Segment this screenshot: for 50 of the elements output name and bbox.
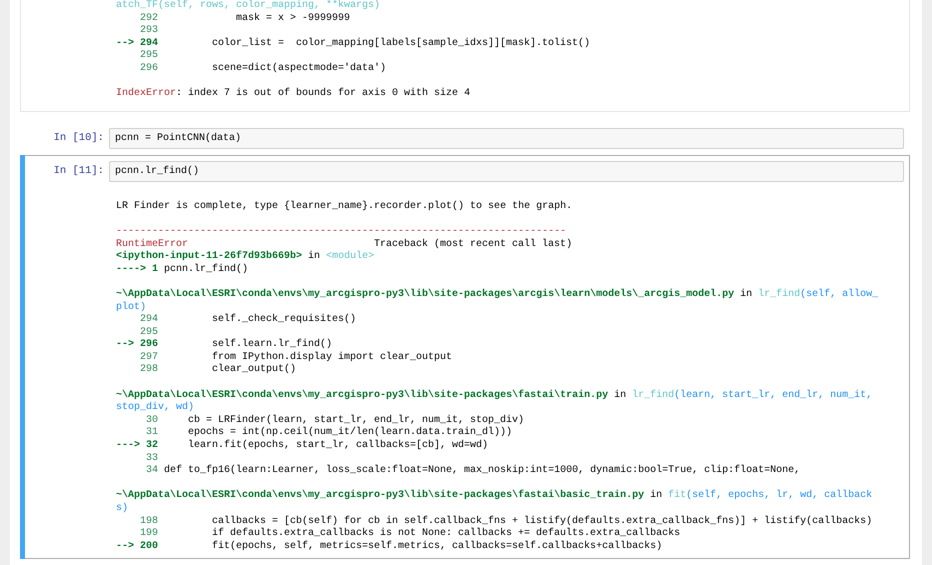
code-input[interactable]: pcnn = PointCNN(data) xyxy=(109,128,904,149)
code-text: color_list = color_mapping[labels[sample_idxs]][mask].tolist() xyxy=(212,38,590,50)
line-number: 33 xyxy=(144,452,158,465)
notebook-cell[interactable]: In [10]: pcnn = PointCNN(data) xyxy=(20,122,910,155)
code-text: from IPython.display import clear_output xyxy=(212,352,452,364)
code-text: def to_fp16(learn:Learner, loss_scale:float=None, max_noskip:int=1000, dynamic:bool=True, clip:float=None, xyxy=(164,465,800,478)
line-number: --> 294 xyxy=(116,38,158,50)
input-prompt: In [11]: xyxy=(54,165,104,178)
line-number: 295 xyxy=(138,326,158,339)
line-number: 198 xyxy=(138,516,158,528)
traceback-frame-header: ~\AppData\Local\ESRI\conda\envs\my_arcgispro-py3\lib\site-packages\arcgis\learn\models\_arcgis_model.py in lr_find(self, allow_plot) xyxy=(116,288,880,314)
line-number: 199 xyxy=(138,528,158,541)
code-text: clear_output() xyxy=(212,364,296,378)
line-number: --> 296 xyxy=(116,339,158,352)
line-number: ----> 1 xyxy=(116,264,158,276)
stdout-text: LR Finder is complete, type {learner_name}.recorder.plot() to see the graph. xyxy=(116,200,572,214)
input-prompt: In [10]: xyxy=(54,132,104,144)
line-number: 31 xyxy=(144,427,158,440)
code-text: atch_TF(self, rows, color_mapping, **kwargs) xyxy=(116,0,380,12)
code-text: epochs = int(np.ceil(num_it/len(learn.data.train_dl))) xyxy=(188,427,512,440)
line-number: 30 xyxy=(144,414,158,427)
error-name: RuntimeError xyxy=(116,238,190,250)
code-input[interactable]: pcnn.lr_find() xyxy=(109,160,904,182)
code-text: callbacks = [cb(self) for cb in self.callback_fns + listify(defaults.extra_callback_fns)] + listify(callbacks) xyxy=(212,516,872,528)
line-number: 292 xyxy=(138,12,158,25)
code-text: cb = LRFinder(learn, start_lr, end_lr, num_it, stop_div) xyxy=(188,414,524,426)
line-number: --> 200 xyxy=(116,540,158,554)
code-text: mask = x > -9999999 xyxy=(236,12,350,26)
traceback-label: Traceback (most recent call last) xyxy=(374,238,572,252)
code-text: pcnn.lr_find() xyxy=(164,264,248,276)
code-text: self._check_requisites() xyxy=(212,314,356,327)
traceback-frame-header: ~\AppData\Local\ESRI\conda\envs\my_arcgispro-py3\lib\site-packages\fastai\train.py in lr_find(learn, start_lr, end_lr, num_it, stop_div, wd) xyxy=(116,390,874,414)
line-number: 297 xyxy=(138,352,158,364)
code-text: learn.fit(epochs, start_lr, callbacks=[cb], wd=wd) xyxy=(188,440,488,453)
code-text: scene=dict(aspectmode='data') xyxy=(212,62,386,76)
line-number: 295 xyxy=(138,50,158,63)
error-message: IndexError: index 7 is out of bounds for axis 0 with size 4 xyxy=(116,88,470,101)
code-text: self.learn.lr_find() xyxy=(212,339,332,352)
traceback-frame-header: ~\AppData\Local\ESRI\conda\envs\my_arcgispro-py3\lib\site-packages\fastai\basic_train.py in fit(self, epochs, lr, wd, callbacks) xyxy=(116,490,874,516)
line-number: 296 xyxy=(138,62,158,76)
line-number: 298 xyxy=(138,364,158,378)
line-number: ---> 32 xyxy=(116,440,158,453)
notebook-cell[interactable] xyxy=(20,154,910,560)
line-number: 293 xyxy=(138,25,158,38)
traceback-separator: --------------------------------------------------------------------------- xyxy=(116,226,566,238)
line-number: 294 xyxy=(138,314,158,327)
line-number: 34 xyxy=(144,465,158,478)
code-text: if defaults.extra_callbacks is not None: callbacks += defaults.extra_callbacks xyxy=(212,528,680,540)
code-text: fit(epochs, self, metrics=self.metrics, callbacks=self.callbacks+callbacks) xyxy=(212,540,662,554)
traceback-frame-header: <ipython-input-11-26f7d93b669b> in <module> xyxy=(116,251,376,264)
